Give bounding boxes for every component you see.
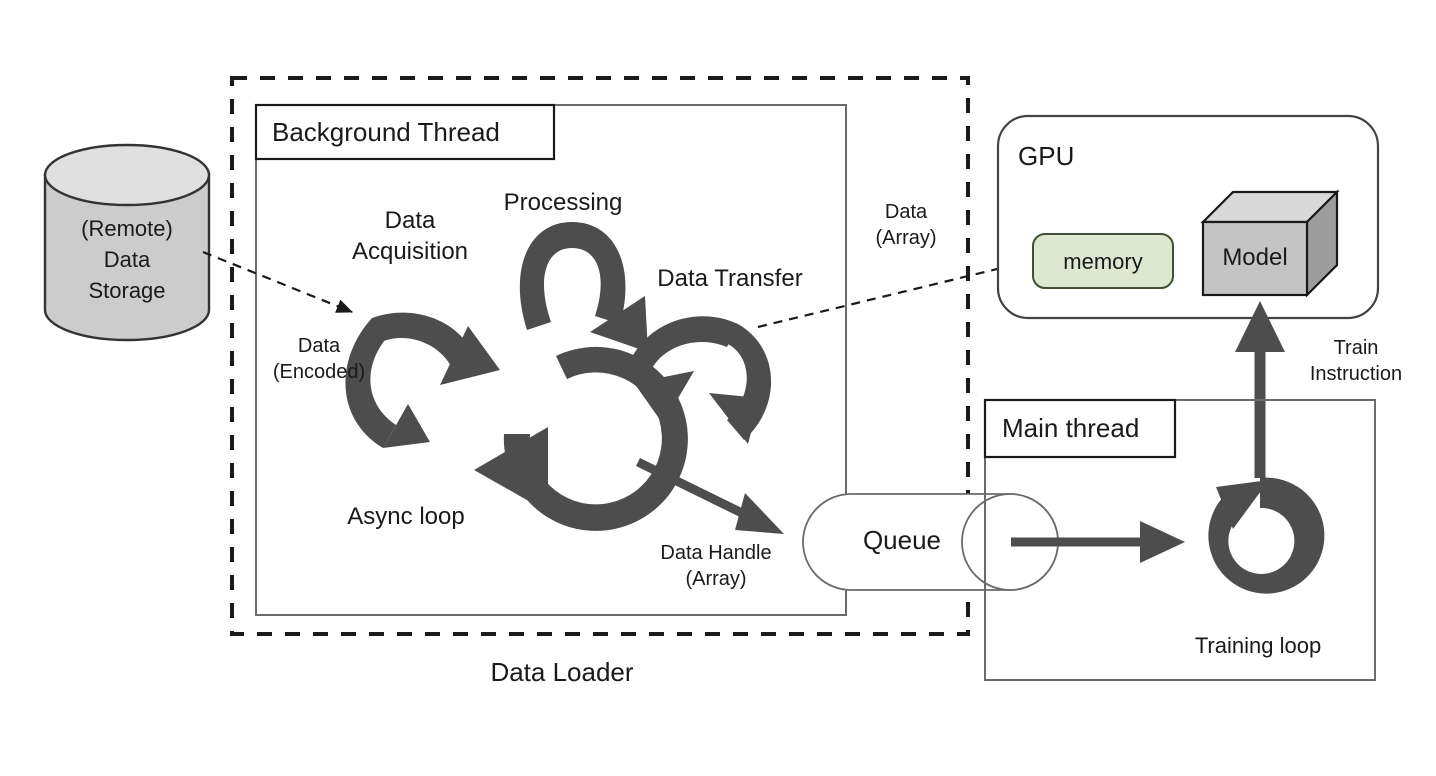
gpu-memory-label: memory <box>1063 249 1143 274</box>
train-instruction-label: Train Instruction <box>1309 337 1403 385</box>
data-transfer-label: Data Transfer <box>657 265 803 292</box>
diagram-canvas: (Remote) Data Storage Background Thread … <box>0 0 1436 776</box>
model-label: Model <box>1222 244 1288 271</box>
data-transfer-arrow <box>632 316 772 444</box>
data-loader-caption: Data Loader <box>490 657 634 687</box>
data-encoded-label: Data (Encoded) <box>272 335 366 383</box>
gpu-title: GPU <box>1018 141 1075 171</box>
train-instruction-arrow <box>1235 301 1285 478</box>
storage-line-3: Storage <box>88 278 166 303</box>
main-thread-title: Main thread <box>1002 413 1140 443</box>
queue-label: Queue <box>862 525 942 555</box>
training-loop-label: Training loop <box>1194 633 1322 658</box>
processing-label: Processing <box>503 189 623 216</box>
training-loop-ring <box>1208 477 1325 594</box>
background-thread-label: Background Thread <box>272 117 500 147</box>
data-handle-label: Data Handle (Array) <box>660 542 772 590</box>
storage-line-2: Data <box>103 247 151 272</box>
storage-line-1: (Remote) <box>81 216 173 241</box>
data-array-label: Data (Array) <box>875 201 937 249</box>
async-loop-label: Async loop <box>347 503 465 530</box>
